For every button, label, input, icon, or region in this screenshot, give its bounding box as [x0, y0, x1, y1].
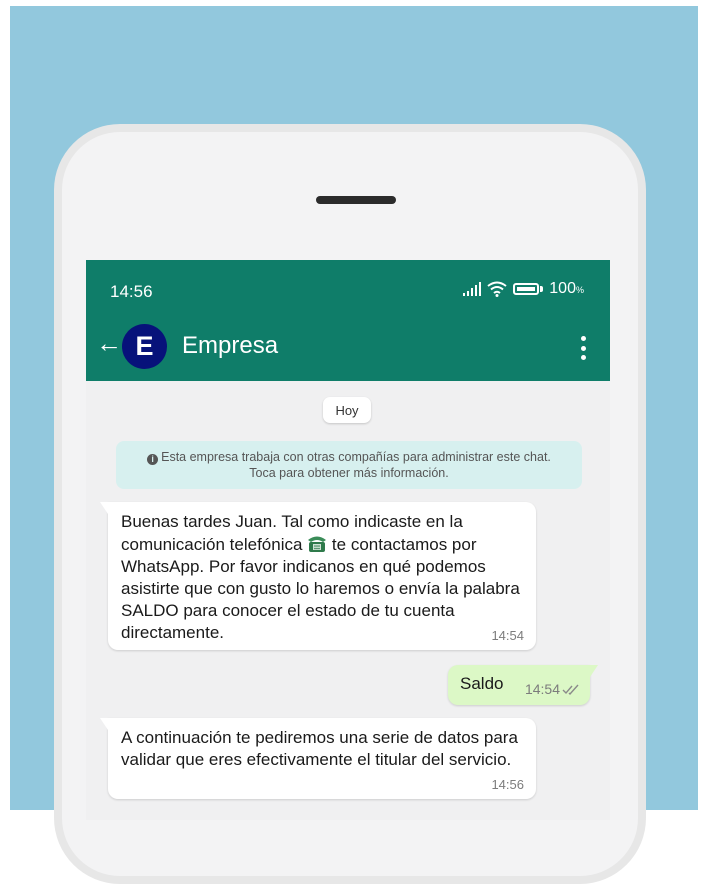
encryption-notice[interactable]: i Esta empresa trabaja con otras compañía… — [116, 441, 582, 489]
message-time: 14:54 — [524, 681, 560, 697]
info-icon: i — [147, 454, 159, 465]
double-check-icon — [562, 684, 579, 695]
phone-speaker — [316, 196, 396, 204]
message-text: Saldo — [460, 674, 504, 693]
contact-name[interactable]: Empresa — [182, 332, 278, 360]
message-time: 14:56 — [491, 777, 524, 792]
chat-header: 14:56 100% ← E Empresa — [86, 260, 610, 381]
message-text: A continuación te pediremos una serie de… — [121, 728, 518, 769]
battery-icon — [513, 283, 540, 295]
status-icons: 100% — [463, 280, 584, 298]
date-divider: Hoy — [323, 397, 371, 423]
incoming-message[interactable]: Buenas tardes Juan. Tal como indicaste e… — [100, 502, 536, 650]
status-time: 14:56 — [110, 282, 153, 301]
telephone-icon — [308, 536, 327, 552]
message-text: Buenas tardes Juan. Tal como indicaste e… — [121, 512, 520, 642]
outgoing-message[interactable]: Saldo 14:54 — [448, 665, 598, 705]
message-time: 14:54 — [491, 628, 524, 643]
wifi-icon — [487, 281, 507, 297]
battery-tip — [540, 286, 544, 292]
avatar[interactable]: E — [122, 324, 167, 369]
more-vertical-icon[interactable] — [580, 336, 586, 360]
incoming-message[interactable]: A continuación te pediremos una serie de… — [100, 718, 536, 799]
battery-level: 100% — [549, 280, 584, 297]
chat-screen: 14:56 100% ← E Empresa Hoy i Esta empresa… — [86, 260, 610, 820]
arrow-left-icon[interactable]: ← — [96, 330, 122, 356]
signal-icon — [463, 282, 482, 296]
